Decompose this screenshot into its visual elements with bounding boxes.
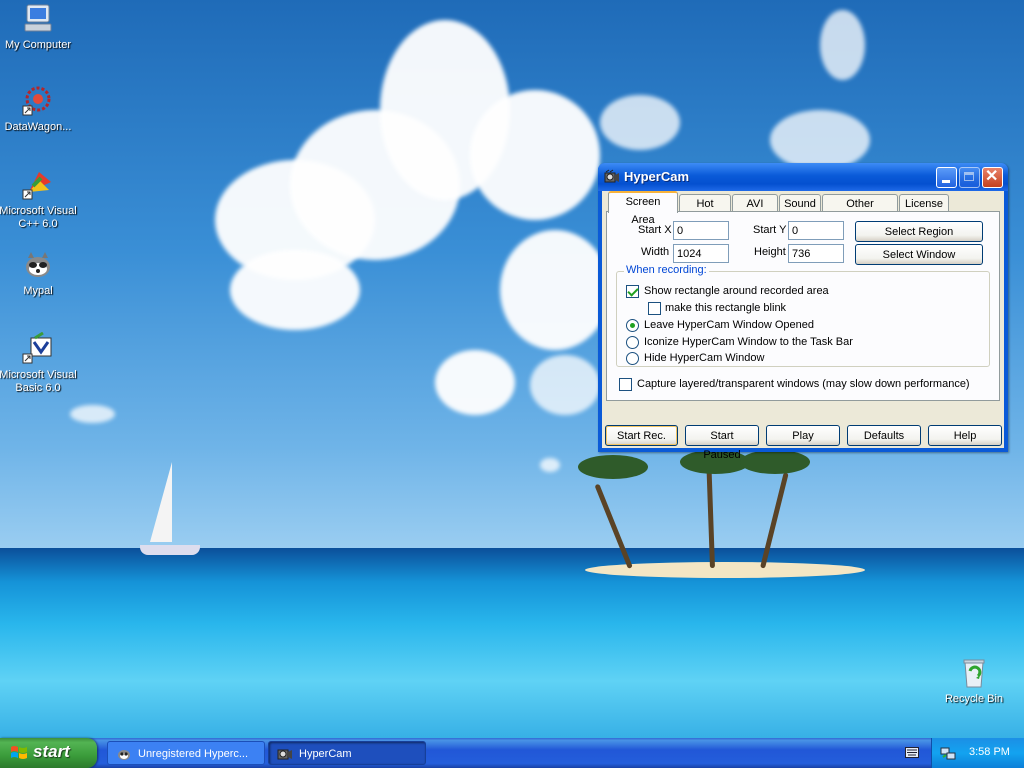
leave-opened-label[interactable]: Leave HyperCam Window Opened bbox=[644, 319, 814, 331]
select-region-button[interactable]: Select Region bbox=[855, 221, 983, 242]
sailboat-hull bbox=[140, 545, 200, 555]
title-bar[interactable]: HyperCam ✕ bbox=[598, 163, 1008, 191]
window-client-area: Screen Area Hot Keys AVI File Sound Othe… bbox=[602, 191, 1004, 461]
tab-license[interactable]: License bbox=[899, 194, 949, 212]
blink-checkbox[interactable] bbox=[648, 302, 661, 315]
iconize-label[interactable]: Iconize HyperCam Window to the Task Bar bbox=[644, 336, 853, 348]
capture-layered-checkbox[interactable] bbox=[619, 378, 632, 391]
visual-basic-icon bbox=[21, 331, 55, 366]
desktop-icon-my-computer[interactable]: My Computer bbox=[0, 2, 80, 52]
desktop-icon-datawagon[interactable]: DataWagon... bbox=[0, 84, 80, 134]
taskbar-button-hypercam[interactable]: HyperCam bbox=[268, 741, 426, 765]
show-rectangle-label[interactable]: Show rectangle around recorded area bbox=[644, 285, 829, 297]
palm-fronds bbox=[578, 455, 648, 479]
start-rec-button[interactable]: Start Rec. bbox=[605, 425, 678, 446]
tab-hot-keys[interactable]: Hot Keys bbox=[679, 194, 731, 228]
taskbar: start Unregistered Hyperc... HyperCam 3:… bbox=[0, 738, 1024, 768]
keyboard-icon[interactable] bbox=[905, 747, 919, 758]
cloud bbox=[435, 350, 515, 415]
cloud bbox=[770, 110, 870, 170]
minimize-button[interactable] bbox=[936, 167, 957, 188]
windows-logo-icon bbox=[10, 745, 28, 761]
tab-screen-area[interactable]: Screen Area bbox=[608, 191, 678, 226]
close-button[interactable]: ✕ bbox=[982, 167, 1003, 188]
my-computer-icon bbox=[21, 2, 55, 36]
desktop-icon-label: Microsoft Visual Basic 6.0 bbox=[0, 369, 77, 394]
select-window-button[interactable]: Select Window bbox=[855, 244, 983, 265]
hide-radio[interactable] bbox=[626, 352, 639, 365]
cloud bbox=[230, 250, 360, 330]
desktop-icon-label: Mypal bbox=[23, 285, 53, 297]
system-tray: 3:58 PM bbox=[931, 738, 1024, 768]
blink-label[interactable]: make this rectangle blink bbox=[665, 302, 786, 314]
width-input[interactable] bbox=[673, 244, 729, 263]
hypercam-icon bbox=[277, 746, 293, 762]
play-button[interactable]: Play bbox=[766, 425, 840, 446]
close-icon: ✕ bbox=[985, 168, 999, 185]
start-button[interactable]: start bbox=[0, 738, 97, 768]
hypercam-icon[interactable] bbox=[604, 169, 620, 185]
cloud bbox=[70, 405, 115, 423]
leave-opened-radio[interactable] bbox=[626, 319, 639, 332]
height-input[interactable] bbox=[788, 244, 844, 263]
show-rectangle-checkbox[interactable] bbox=[626, 285, 639, 298]
wallpaper-sea bbox=[0, 548, 1024, 738]
taskbar-button-label: Unregistered Hyperc... bbox=[138, 748, 249, 760]
cloud bbox=[470, 90, 600, 220]
tab-avi-file[interactable]: AVI File bbox=[732, 194, 778, 228]
iconize-radio[interactable] bbox=[626, 336, 639, 349]
hypercam-window: HyperCam ✕ Screen Area Hot Keys AVI File… bbox=[598, 163, 1008, 461]
start-y-input[interactable] bbox=[788, 221, 844, 240]
desktop-icon-visual-basic[interactable]: Microsoft Visual Basic 6.0 bbox=[0, 331, 80, 395]
hide-label[interactable]: Hide HyperCam Window bbox=[644, 352, 764, 364]
desktop-icon-visual-cpp[interactable]: Microsoft Visual C++ 6.0 bbox=[0, 168, 80, 231]
mypal-icon bbox=[21, 248, 55, 282]
start-x-input[interactable] bbox=[673, 221, 729, 240]
start-y-label: Start Y bbox=[753, 224, 787, 236]
taskbar-button-unregistered-hypercam[interactable]: Unregistered Hyperc... bbox=[107, 741, 265, 765]
cloud bbox=[540, 458, 560, 472]
recycle-bin-icon bbox=[957, 656, 991, 690]
when-recording-title: When recording: bbox=[624, 264, 709, 276]
desktop-icon-label: DataWagon... bbox=[4, 121, 72, 133]
datawagon-icon bbox=[21, 84, 55, 118]
palm-fronds bbox=[740, 450, 810, 474]
help-button[interactable]: Help bbox=[928, 425, 1002, 446]
tab-page-screen-area: Start X Start Y Select Region Width Heig… bbox=[606, 211, 1000, 401]
start-label: start bbox=[33, 742, 70, 761]
cloud bbox=[500, 230, 610, 350]
capture-layered-label[interactable]: Capture layered/transparent windows (may… bbox=[637, 378, 970, 390]
cloud bbox=[530, 355, 600, 415]
start-paused-button[interactable]: Start Paused bbox=[685, 425, 759, 461]
window-title: HyperCam bbox=[624, 169, 690, 184]
maximize-icon bbox=[964, 172, 974, 181]
cloud bbox=[600, 95, 680, 150]
sailboat-sail bbox=[150, 462, 172, 542]
minimize-icon bbox=[942, 180, 950, 183]
network-icon[interactable] bbox=[940, 745, 956, 761]
desktop-icon-label: My Computer bbox=[4, 39, 72, 51]
desktop-icon-recycle-bin[interactable]: Recycle Bin bbox=[932, 656, 1016, 706]
defaults-button[interactable]: Defaults bbox=[847, 425, 921, 446]
visual-cpp-icon bbox=[21, 168, 55, 202]
desktop-icon-mypal[interactable]: Mypal bbox=[0, 248, 80, 298]
tab-other-options[interactable]: Other Options bbox=[822, 194, 898, 228]
maximize-button[interactable] bbox=[959, 167, 980, 188]
desktop-icon-label: Recycle Bin bbox=[944, 693, 1004, 705]
clock[interactable]: 3:58 PM bbox=[969, 746, 1010, 758]
width-label: Width bbox=[641, 246, 670, 258]
mypal-icon bbox=[116, 746, 132, 762]
tab-sound[interactable]: Sound bbox=[779, 194, 821, 212]
cloud bbox=[820, 10, 865, 80]
desktop-icon-label: Microsoft Visual C++ 6.0 bbox=[0, 205, 77, 230]
taskbar-button-label: HyperCam bbox=[299, 748, 352, 760]
height-label: Height bbox=[754, 246, 786, 258]
